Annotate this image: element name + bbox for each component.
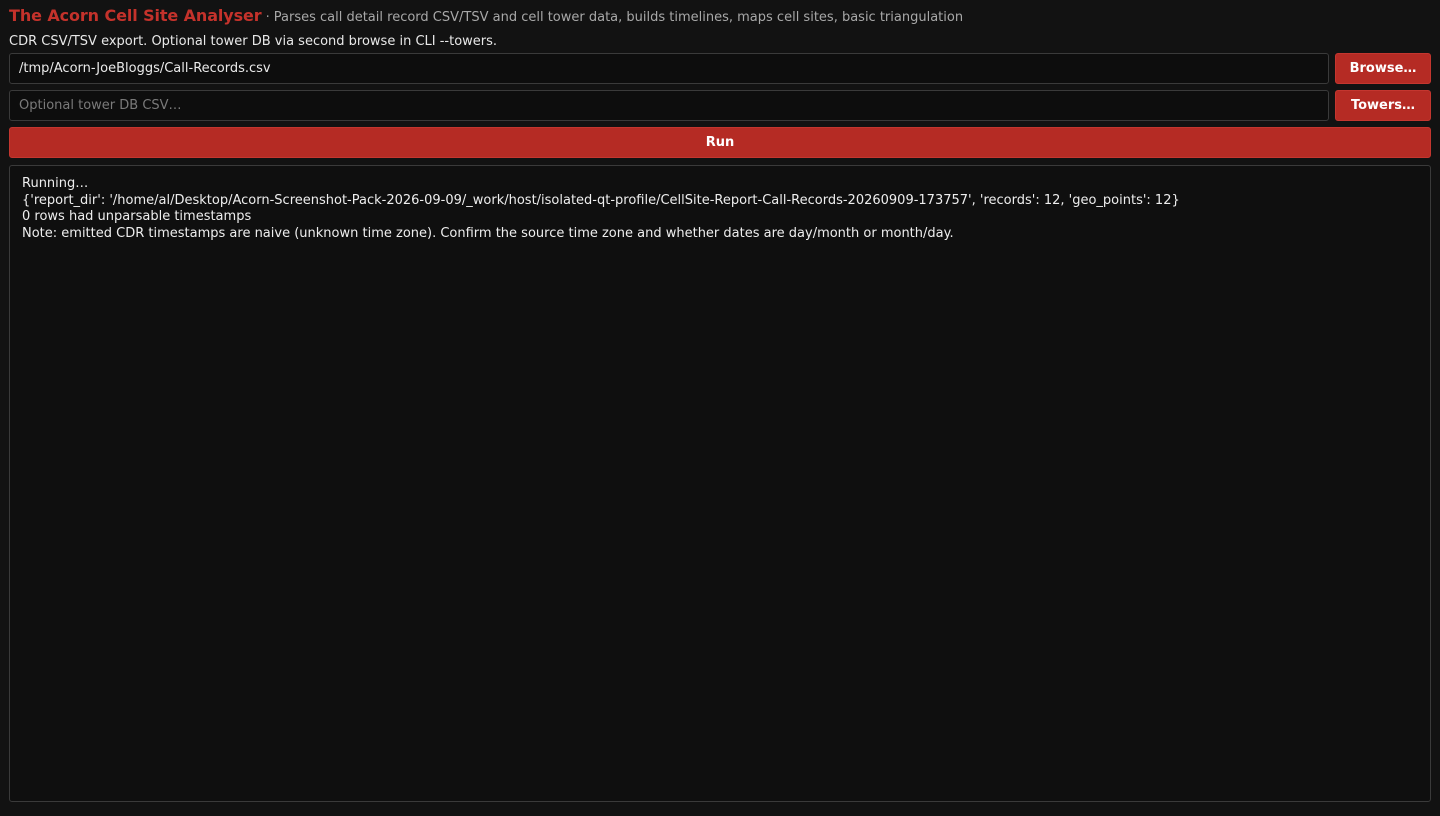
header: The Acorn Cell Site Analyser · Parses ca… <box>9 6 1431 32</box>
browse-button[interactable]: Browse… <box>1335 53 1431 84</box>
tower-file-row: Towers… <box>9 90 1431 121</box>
towers-button[interactable]: Towers… <box>1335 90 1431 121</box>
app-tagline: Parses call detail record CSV/TSV and ce… <box>273 10 964 25</box>
output-line: {'report_dir': '/home/al/Desktop/Acorn-S… <box>22 192 1180 208</box>
title-separator: · <box>265 10 270 25</box>
cdr-file-input[interactable] <box>9 53 1329 84</box>
app-window: The Acorn Cell Site Analyser · Parses ca… <box>0 0 1440 816</box>
tower-db-input[interactable] <box>9 90 1329 121</box>
output-log[interactable]: Running… {'report_dir': '/home/al/Desktop… <box>9 165 1431 802</box>
input-hint: CDR CSV/TSV export. Optional tower DB vi… <box>9 34 498 49</box>
output-line: Running… <box>22 176 89 191</box>
output-line: Note: emitted CDR timestamps are naive (… <box>22 225 954 241</box>
app-title: The Acorn Cell Site Analyser <box>9 6 262 25</box>
output-line: 0 rows had unparsable timestamps <box>22 209 252 224</box>
cdr-file-row: Browse… <box>9 53 1431 84</box>
run-button[interactable]: Run <box>9 127 1431 158</box>
